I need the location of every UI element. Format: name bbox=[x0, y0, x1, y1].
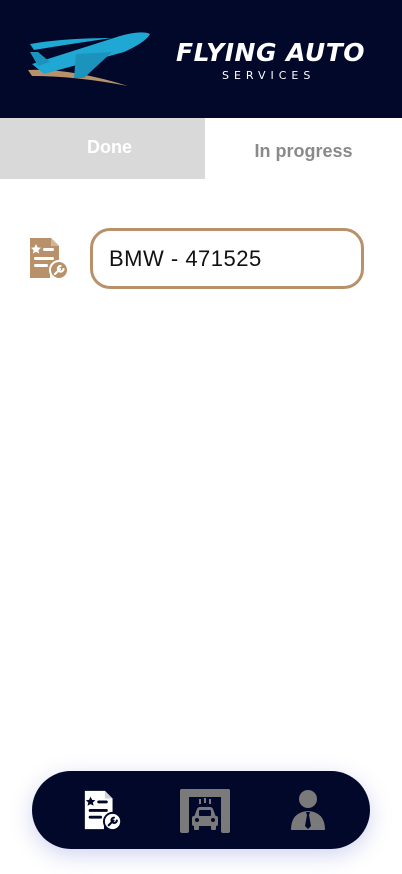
status-tabs: Done In progress bbox=[0, 118, 402, 179]
brand-subtitle: SERVICES bbox=[222, 69, 316, 82]
brand-title: FLYING AUTO bbox=[176, 38, 365, 67]
nav-car-wash-button[interactable] bbox=[178, 785, 232, 835]
jobs-document-icon bbox=[84, 790, 123, 831]
tab-done[interactable]: Done bbox=[0, 118, 205, 179]
user-profile-icon bbox=[291, 790, 325, 830]
job-list-item[interactable]: BMW - 471525 bbox=[0, 228, 402, 290]
job-document-wrench-icon bbox=[30, 238, 69, 280]
car-wash-icon bbox=[180, 789, 230, 833]
bottom-navigation bbox=[32, 771, 370, 849]
airplane-logo-icon bbox=[28, 32, 150, 86]
nav-profile-button[interactable] bbox=[281, 785, 335, 835]
nav-jobs-button[interactable] bbox=[76, 785, 130, 835]
job-title[interactable]: BMW - 471525 bbox=[90, 228, 364, 289]
app-header: FLYING AUTO SERVICES bbox=[0, 0, 402, 118]
tab-in-progress[interactable]: In progress bbox=[205, 118, 402, 179]
